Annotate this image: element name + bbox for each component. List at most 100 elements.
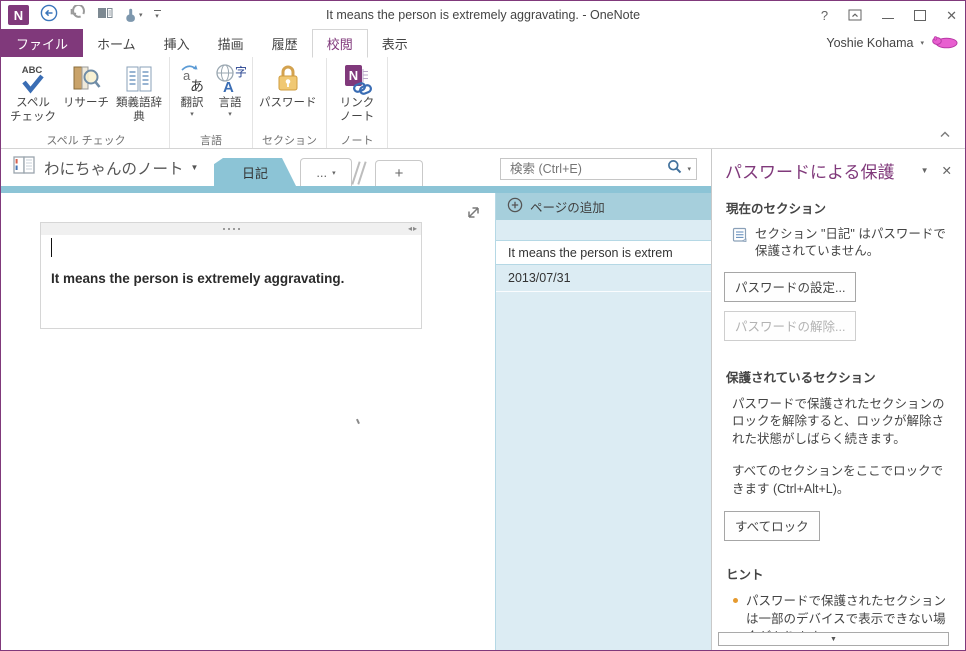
onenote-window: N ▾ ▾ It means the person is extremely a… bbox=[0, 0, 966, 651]
note-container-handle[interactable]: ◂▸ bbox=[41, 223, 421, 235]
ribbon-group-label: セクション bbox=[262, 135, 317, 147]
maximize-button[interactable] bbox=[914, 9, 927, 21]
notebook-name: わにちゃんのノート bbox=[44, 160, 184, 178]
spell-check-button[interactable]: ABC スペル チェック bbox=[6, 58, 60, 125]
linked-notes-icon: N bbox=[342, 61, 372, 97]
chevron-down-icon[interactable]: ▼ bbox=[921, 166, 929, 175]
tab-file[interactable]: ファイル bbox=[1, 29, 84, 57]
protected-sections-text-1: パスワードで保護されたセクションのロックを解除すると、ロックが解除された状態がし… bbox=[732, 396, 945, 446]
spell-check-icon: ABC bbox=[18, 61, 48, 97]
window-controls: ? ✕ bbox=[821, 1, 957, 29]
create-section-tab[interactable]: + bbox=[375, 160, 423, 186]
page-list-pane: ページの追加 It means the person is extrem 201… bbox=[495, 193, 711, 650]
touch-mouse-mode-button[interactable]: ▾ bbox=[124, 8, 143, 23]
window-title: It means the person is extremely aggrava… bbox=[325, 8, 641, 22]
tab-review[interactable]: 校閲 bbox=[311, 29, 368, 58]
onenote-app-icon[interactable]: N bbox=[8, 5, 29, 25]
search-icon bbox=[667, 159, 682, 179]
back-icon[interactable] bbox=[40, 4, 58, 27]
research-icon bbox=[71, 61, 101, 97]
lock-all-button[interactable]: すべてロック bbox=[724, 511, 820, 542]
chevron-down-icon: ▾ bbox=[228, 110, 232, 118]
password-protection-pane: パスワードによる保護 ▼ ✕ 現在のセクション セクション "日記" はパスワー… bbox=[711, 149, 965, 650]
section-color-bar bbox=[1, 186, 711, 193]
research-button[interactable]: リサーチ bbox=[60, 58, 112, 111]
chevron-down-icon: ▼ bbox=[190, 163, 199, 172]
chevron-down-icon[interactable]: ▾ bbox=[687, 165, 691, 173]
close-button[interactable]: ✕ bbox=[946, 9, 957, 22]
thesaurus-icon bbox=[124, 61, 154, 97]
ribbon-group-language: aあ 翻訳 ▾ 字A 言語 ▾ 言語 bbox=[170, 57, 253, 148]
password-button[interactable]: パスワード bbox=[256, 58, 320, 111]
bullet-icon bbox=[733, 598, 738, 604]
language-button[interactable]: 字A 言語 ▾ bbox=[211, 58, 249, 119]
ribbon-tab-row: ファイル ホーム 挿入 描画 履歴 校閲 表示 Yoshie Kohama ▾ bbox=[1, 29, 965, 58]
ribbon-group-notes: N リンク ノート ノート bbox=[327, 57, 388, 148]
ribbon-group-spelling: ABC スペル チェック リサーチ 類義語辞典 スペル チェック bbox=[3, 57, 170, 148]
collapse-ribbon-button[interactable] bbox=[939, 125, 951, 143]
titlebar: N ▾ ▾ It means the person is extremely a… bbox=[1, 1, 965, 29]
protected-sections-heading: 保護されているセクション bbox=[726, 370, 876, 385]
text-cursor bbox=[51, 238, 52, 257]
avatar[interactable] bbox=[931, 34, 958, 52]
search-box[interactable]: ▾ bbox=[500, 158, 697, 180]
chevron-down-icon: ▾ bbox=[155, 13, 159, 20]
help-button[interactable]: ? bbox=[821, 9, 828, 22]
pane-scroll-down-button[interactable]: ▼ bbox=[718, 632, 949, 646]
chevron-down-icon: ▾ bbox=[190, 110, 194, 118]
chevron-down-icon: ▾ bbox=[332, 169, 336, 177]
page-list-item[interactable]: 2013/07/31 bbox=[496, 265, 711, 292]
svg-text:あ: あ bbox=[190, 78, 204, 94]
page-editor[interactable]: ◂▸ It means the person is extremely aggr… bbox=[1, 193, 495, 650]
language-icon: 字A bbox=[214, 61, 246, 97]
chevron-down-icon: ▾ bbox=[139, 12, 143, 19]
section-status: セクション "日記" はパスワードで保護されていません。 bbox=[732, 226, 952, 260]
translate-button[interactable]: aあ 翻訳 ▾ bbox=[173, 58, 211, 119]
section-overflow-tab[interactable]: ... ▾ bbox=[300, 158, 352, 186]
close-pane-button[interactable]: ✕ bbox=[942, 163, 952, 178]
tab-draw[interactable]: 描画 bbox=[204, 29, 258, 57]
section-tab-diary[interactable]: 日記 bbox=[214, 158, 296, 186]
page-list-item[interactable]: It means the person is extrem bbox=[496, 240, 711, 265]
svg-text:ABC: ABC bbox=[22, 65, 43, 76]
dock-to-desktop-icon[interactable] bbox=[97, 6, 113, 25]
add-page-button[interactable]: ページの追加 bbox=[496, 193, 711, 220]
section-status-text: セクション "日記" はパスワードで保護されていません。 bbox=[755, 227, 946, 258]
ribbon-group-label: ノート bbox=[340, 135, 374, 147]
ribbon-display-options-button[interactable] bbox=[848, 9, 862, 21]
section-icon bbox=[732, 226, 748, 260]
resize-arrows-icon[interactable]: ◂▸ bbox=[408, 223, 418, 235]
quick-access-toolbar: N ▾ ▾ bbox=[8, 1, 161, 29]
svg-text:字: 字 bbox=[235, 64, 246, 79]
tab-home[interactable]: ホーム bbox=[83, 29, 150, 57]
customize-qat-button[interactable]: ▾ bbox=[153, 10, 161, 20]
minimize-button[interactable] bbox=[882, 17, 895, 19]
ribbon: ABC スペル チェック リサーチ 類義語辞典 スペル チェック a あ 翻訳 … bbox=[1, 57, 965, 149]
set-password-button[interactable]: パスワードの設定... bbox=[724, 271, 857, 302]
undo-icon[interactable] bbox=[69, 3, 86, 25]
ribbon-group-label: スペル チェック bbox=[46, 135, 126, 147]
add-circle-icon bbox=[507, 197, 523, 216]
tab-history[interactable]: 履歴 bbox=[258, 29, 312, 57]
notebook-dropdown[interactable]: わにちゃんのノート ▼ bbox=[12, 155, 198, 180]
tab-insert[interactable]: 挿入 bbox=[150, 29, 204, 57]
note-container[interactable]: ◂▸ It means the person is extremely aggr… bbox=[40, 222, 422, 329]
chevron-down-icon: ▾ bbox=[920, 40, 924, 47]
task-pane-title: パスワードによる保護 bbox=[725, 163, 895, 182]
account-menu[interactable]: Yoshie Kohama ▾ bbox=[826, 29, 958, 57]
current-section-heading: 現在のセクション bbox=[726, 202, 827, 216]
search-input[interactable] bbox=[508, 161, 663, 177]
tab-view[interactable]: 表示 bbox=[368, 29, 422, 57]
full-page-view-icon[interactable] bbox=[466, 205, 481, 225]
protected-sections-text-2: すべてのセクションをここでロックできます (Ctrl+Alt+L)。 bbox=[732, 464, 944, 496]
ribbon-group-label: 言語 bbox=[200, 135, 222, 147]
notebook-icon bbox=[12, 155, 37, 180]
ribbon-group-section: パスワード セクション bbox=[253, 57, 327, 148]
linked-notes-button[interactable]: N リンク ノート bbox=[330, 58, 384, 125]
thesaurus-button[interactable]: 類義語辞典 bbox=[112, 58, 166, 125]
account-name: Yoshie Kohama bbox=[826, 36, 914, 50]
svg-text:N: N bbox=[349, 68, 358, 83]
ink-mark bbox=[356, 418, 360, 425]
translate-icon: aあ bbox=[176, 61, 208, 97]
lock-icon bbox=[274, 61, 302, 97]
